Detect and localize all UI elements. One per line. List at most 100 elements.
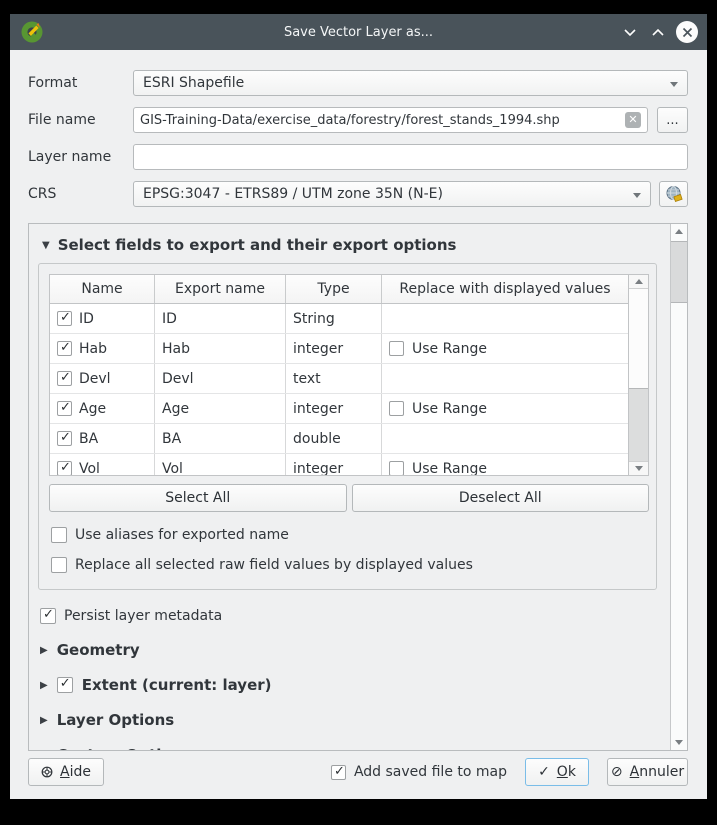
add-to-map-checkbox[interactable] bbox=[331, 765, 346, 780]
qgis-logo-icon bbox=[19, 19, 45, 45]
replace-raw-checkbox[interactable] bbox=[51, 557, 67, 573]
select-all-button[interactable]: Select All bbox=[49, 484, 347, 512]
fields-table: Name Export name Type Replace with displ… bbox=[49, 274, 649, 476]
file-name-row: File name GIS-Training-Data/exercise_dat… bbox=[28, 107, 688, 133]
table-scrollbar[interactable] bbox=[628, 275, 648, 475]
use-range-checkbox[interactable] bbox=[389, 461, 404, 475]
field-export-name[interactable]: Devl bbox=[162, 371, 194, 387]
help-lifebuoy-icon bbox=[41, 765, 53, 779]
triangle-right-icon: ▶ bbox=[40, 715, 48, 726]
use-aliases-label: Use aliases for exported name bbox=[75, 527, 289, 543]
crs-select[interactable]: EPSG:3047 - ETRS89 / UTM zone 35N (N-E) bbox=[133, 181, 651, 207]
fields-table-body: ID ID String Hab Hab integer Use Range D… bbox=[50, 304, 628, 475]
triangle-right-icon: ▶ bbox=[40, 645, 48, 656]
scrollbar-thumb[interactable] bbox=[629, 289, 648, 389]
field-export-name[interactable]: Age bbox=[162, 401, 189, 417]
crs-label: CRS bbox=[28, 186, 133, 202]
close-icon[interactable] bbox=[676, 21, 698, 43]
table-row[interactable]: Age Age integer Use Range bbox=[50, 394, 628, 424]
use-range-checkbox[interactable] bbox=[389, 401, 404, 416]
crs-picker-button[interactable] bbox=[659, 181, 688, 207]
minimize-icon[interactable] bbox=[620, 22, 640, 42]
crs-row: CRS EPSG:3047 - ETRS89 / UTM zone 35N (N… bbox=[28, 181, 688, 207]
field-name: ID bbox=[79, 311, 94, 327]
triangle-right-icon: ▶ bbox=[40, 750, 48, 751]
replace-raw-row: Replace all selected raw field values by… bbox=[51, 557, 656, 573]
fields-section-header[interactable]: ▼ Select fields to export and their expo… bbox=[42, 236, 670, 254]
scrollbar-thumb[interactable] bbox=[671, 241, 687, 303]
scroll-up-icon[interactable] bbox=[629, 275, 648, 289]
field-checkbox[interactable] bbox=[57, 431, 72, 446]
ok-label: Ok bbox=[557, 764, 576, 780]
column-header-export-name[interactable]: Export name bbox=[155, 275, 286, 303]
field-type: double bbox=[293, 431, 341, 447]
add-to-map-label: Add saved file to map bbox=[354, 764, 507, 780]
field-export-name[interactable]: Hab bbox=[162, 341, 190, 357]
table-row[interactable]: BA BA double bbox=[50, 424, 628, 454]
clear-icon[interactable]: ✕ bbox=[625, 112, 641, 128]
help-label: Aide bbox=[60, 764, 91, 780]
layer-name-label: Layer name bbox=[28, 149, 133, 165]
titlebar[interactable]: Save Vector Layer as... bbox=[10, 14, 707, 50]
browse-button[interactable]: ... bbox=[657, 107, 688, 133]
column-header-type[interactable]: Type bbox=[286, 275, 382, 303]
field-export-name[interactable]: BA bbox=[162, 431, 181, 447]
field-name: Age bbox=[79, 401, 106, 417]
cancel-button[interactable]: ⊘ Annuler bbox=[607, 758, 688, 786]
column-header-replace[interactable]: Replace with displayed values bbox=[382, 275, 628, 303]
fields-groupbox: Name Export name Type Replace with displ… bbox=[38, 263, 657, 590]
field-name: Vol bbox=[79, 461, 100, 476]
table-row[interactable]: ID ID String bbox=[50, 304, 628, 334]
globe-projection-icon bbox=[665, 185, 683, 203]
extent-checkbox[interactable] bbox=[57, 677, 73, 693]
ok-button[interactable]: ✓ Ok bbox=[525, 758, 589, 786]
field-name: BA bbox=[79, 431, 98, 447]
geometry-label: Geometry bbox=[57, 641, 140, 659]
help-button[interactable]: Aide bbox=[28, 758, 104, 786]
scroll-down-icon[interactable] bbox=[675, 740, 683, 745]
table-row[interactable]: Devl Devl text bbox=[50, 364, 628, 394]
extent-section[interactable]: ▶ Extent (current: layer) bbox=[40, 676, 670, 694]
field-type: integer bbox=[293, 341, 343, 357]
scroll-down-icon[interactable] bbox=[629, 461, 648, 475]
field-export-name[interactable]: Vol bbox=[162, 461, 183, 476]
use-range-label: Use Range bbox=[412, 461, 487, 476]
custom-options-section[interactable]: ▶ Custom Options bbox=[40, 746, 670, 750]
format-select[interactable]: ESRI Shapefile bbox=[133, 70, 688, 96]
use-range-label: Use Range bbox=[412, 341, 487, 357]
table-row[interactable]: Hab Hab integer Use Range bbox=[50, 334, 628, 364]
field-type: integer bbox=[293, 461, 343, 476]
geometry-section[interactable]: ▶ Geometry bbox=[40, 641, 670, 659]
maximize-icon[interactable] bbox=[648, 22, 668, 42]
field-name: Hab bbox=[79, 341, 107, 357]
persist-metadata-checkbox[interactable] bbox=[40, 608, 56, 624]
column-header-name[interactable]: Name bbox=[50, 275, 155, 303]
field-replace-cell: Use Range bbox=[382, 454, 628, 475]
deselect-all-button[interactable]: Deselect All bbox=[352, 484, 650, 512]
field-replace-cell: Use Range bbox=[382, 394, 628, 423]
field-export-name[interactable]: ID bbox=[162, 311, 177, 327]
triangle-down-icon: ▼ bbox=[42, 240, 50, 251]
field-checkbox[interactable] bbox=[57, 371, 72, 386]
format-row: Format ESRI Shapefile bbox=[28, 70, 688, 96]
dialog-scrollbar[interactable] bbox=[670, 224, 687, 750]
field-replace-cell: Use Range bbox=[382, 334, 628, 363]
field-checkbox[interactable] bbox=[57, 311, 72, 326]
field-checkbox[interactable] bbox=[57, 401, 72, 416]
field-checkbox[interactable] bbox=[57, 461, 72, 475]
chevron-down-icon bbox=[633, 193, 641, 198]
table-row[interactable]: Vol Vol integer Use Range bbox=[50, 454, 628, 475]
options-scroll-area: ▼ Select fields to export and their expo… bbox=[28, 223, 688, 751]
extent-label: Extent (current: layer) bbox=[82, 676, 272, 694]
scroll-up-icon[interactable] bbox=[675, 229, 683, 234]
field-replace-cell bbox=[382, 304, 628, 333]
use-aliases-checkbox[interactable] bbox=[51, 527, 67, 543]
footer-bar: Aide Add saved file to map ✓ Ok ⊘ Annule… bbox=[10, 751, 707, 799]
layer-options-section[interactable]: ▶ Layer Options bbox=[40, 711, 670, 729]
layer-name-input[interactable] bbox=[133, 144, 688, 170]
form-area: Format ESRI Shapefile File name GIS-Trai… bbox=[10, 50, 707, 207]
crs-value: EPSG:3047 - ETRS89 / UTM zone 35N (N-E) bbox=[143, 186, 443, 202]
use-range-checkbox[interactable] bbox=[389, 341, 404, 356]
file-name-input[interactable]: GIS-Training-Data/exercise_data/forestry… bbox=[133, 107, 648, 133]
field-checkbox[interactable] bbox=[57, 341, 72, 356]
